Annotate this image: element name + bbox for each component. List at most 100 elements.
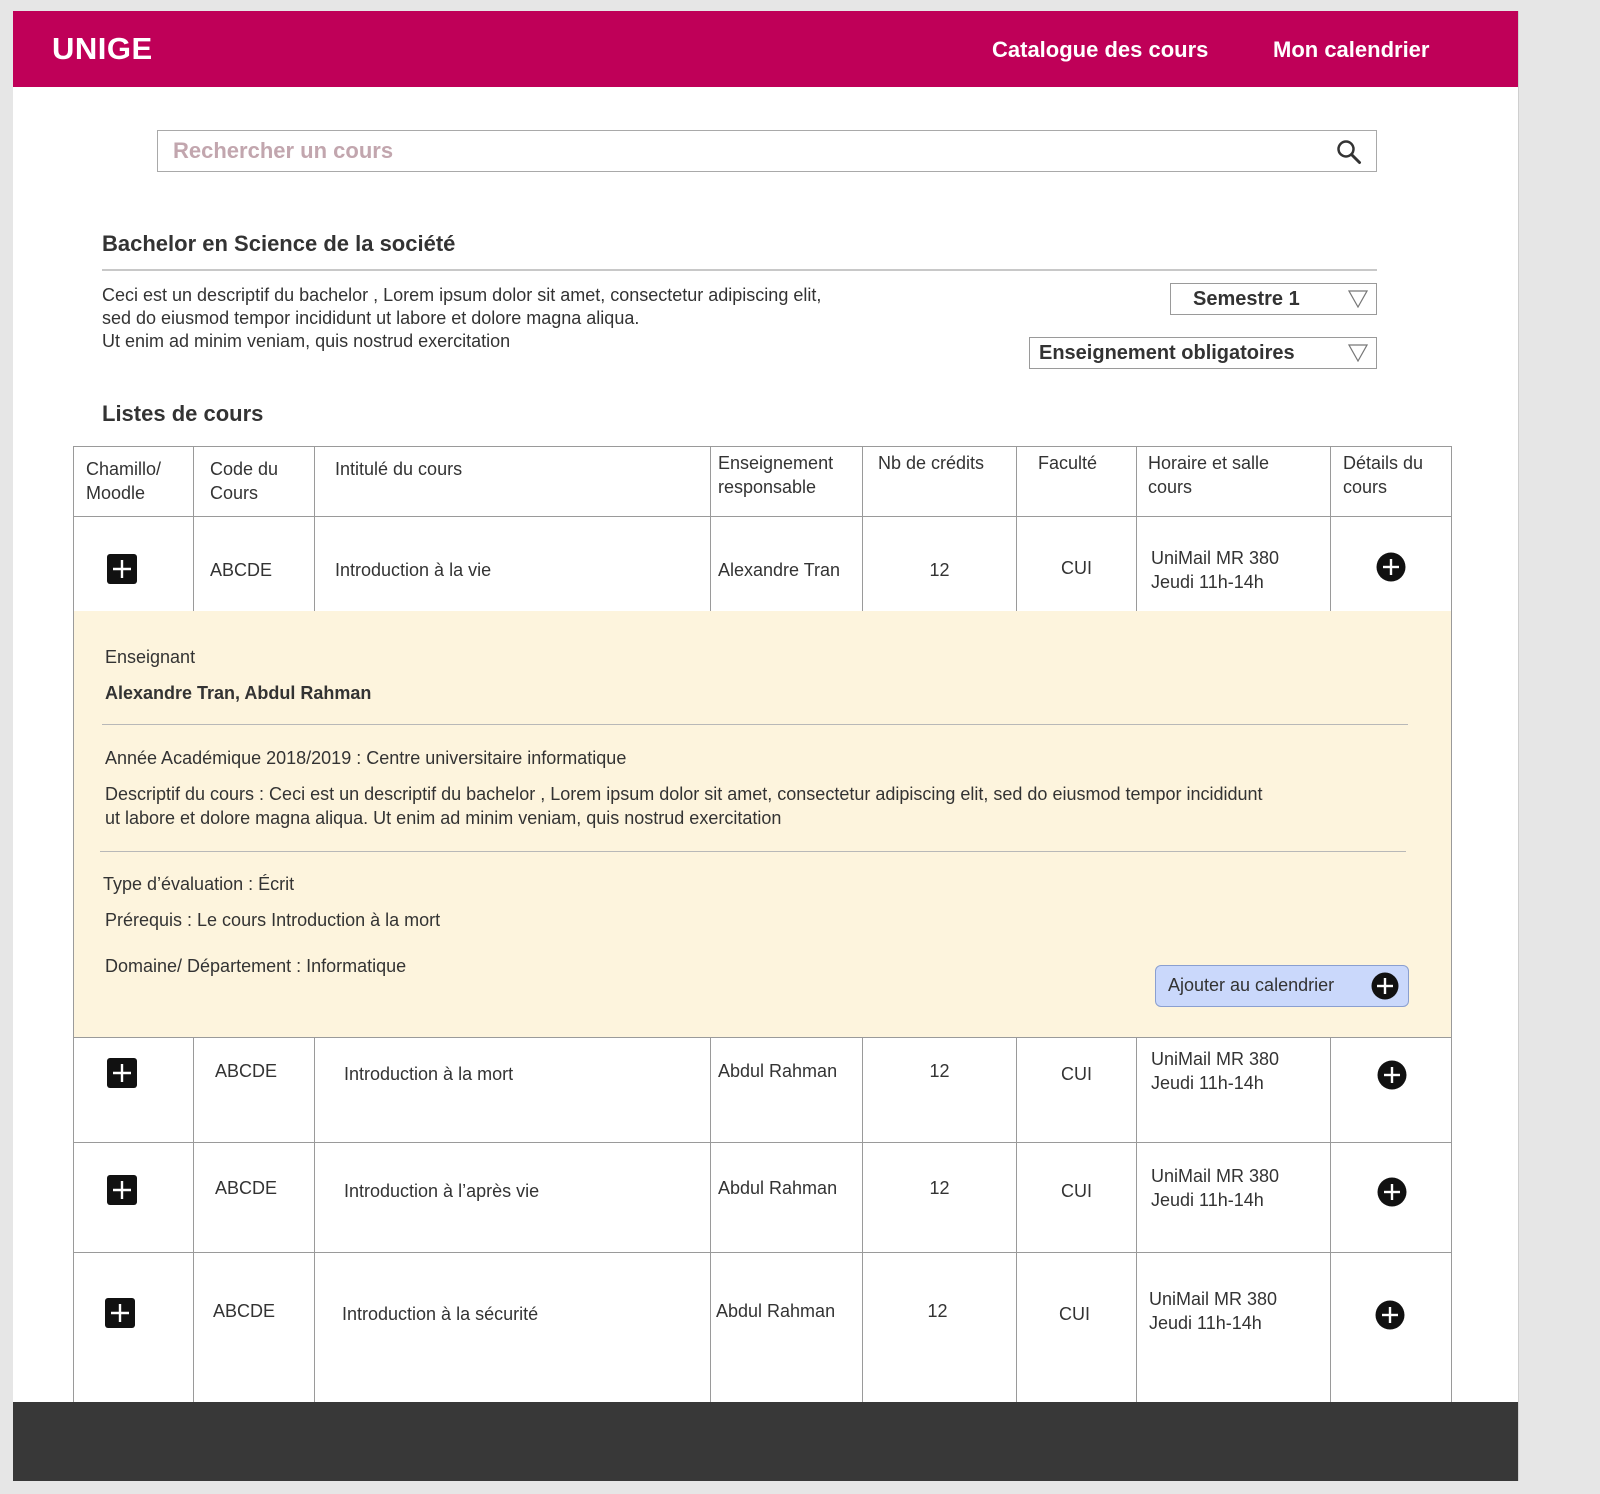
column-header-responsible: Enseignement responsable bbox=[718, 451, 833, 499]
course-code: ABCDE bbox=[215, 1178, 278, 1198]
nav-catalogue-des-cours[interactable]: Catalogue des cours bbox=[992, 37, 1208, 63]
column-header-code: Code du Cours bbox=[210, 457, 278, 505]
plus-square-icon[interactable] bbox=[105, 1298, 135, 1328]
course-time: Jeudi 11h-14h bbox=[1151, 1073, 1264, 1093]
program-description-line: sed do eiusmod tempor incididunt ut labo… bbox=[102, 308, 640, 328]
evaluation-type: Type d’évaluation : Écrit bbox=[103, 874, 295, 894]
column-header-details: Détails du cours bbox=[1343, 451, 1423, 499]
column-header-line: Enseignement bbox=[718, 453, 834, 473]
teacher-names: Alexandre Tran, Abdul Rahman bbox=[105, 683, 372, 703]
course-code: ABCDE bbox=[213, 1301, 276, 1321]
course-description-line: Descriptif du cours : Ceci est un descri… bbox=[105, 784, 1263, 804]
table-border bbox=[710, 446, 711, 611]
search-icon[interactable] bbox=[1336, 139, 1362, 165]
footer bbox=[13, 1402, 1518, 1481]
column-header-faculty: Faculté bbox=[1038, 451, 1097, 475]
course-time: Jeudi 11h-14h bbox=[1151, 572, 1264, 592]
plus-circle-icon bbox=[1371, 972, 1399, 1000]
divider bbox=[102, 724, 1408, 725]
semester-select[interactable]: Semestre 1 bbox=[1170, 283, 1377, 315]
column-header-line: Code du bbox=[210, 459, 279, 479]
course-time: Jeudi 11h-14h bbox=[1149, 1313, 1262, 1333]
academic-year: Année Académique 2018/2019 : Centre univ… bbox=[105, 748, 627, 768]
course-code: ABCDE bbox=[215, 1061, 278, 1081]
course-description-line: ut labore et dolore magna aliqua. Ut eni… bbox=[105, 808, 782, 828]
page: UNIGE Catalogue des cours Mon calendrier… bbox=[13, 11, 1519, 1481]
table-border bbox=[73, 1037, 1452, 1038]
course-time: Jeudi 11h-14h bbox=[1151, 1190, 1264, 1210]
table-border bbox=[1136, 1037, 1137, 1406]
course-responsible: Alexandre Tran bbox=[718, 560, 841, 580]
column-header-title: Intitulé du cours bbox=[335, 457, 462, 481]
teacher-label: Enseignant bbox=[105, 647, 196, 667]
column-header-credits: Nb de crédits bbox=[878, 451, 984, 475]
plus-square-icon[interactable] bbox=[107, 554, 137, 584]
plus-circle-icon[interactable] bbox=[1377, 1177, 1407, 1207]
prerequisites: Prérequis : Le cours Introduction à la m… bbox=[105, 910, 441, 930]
table-border bbox=[73, 1252, 1452, 1253]
course-room: UniMail MR 380 bbox=[1149, 1289, 1278, 1309]
course-schedule: UniMail MR 380 Jeudi 11h-14h bbox=[1151, 546, 1279, 594]
semester-select-value: Semestre 1 bbox=[1193, 288, 1300, 310]
column-header-line: Moodle bbox=[86, 483, 146, 503]
plus-circle-icon[interactable] bbox=[1377, 1060, 1407, 1090]
plus-circle-icon[interactable] bbox=[1375, 1300, 1405, 1330]
table-border bbox=[1016, 1037, 1017, 1406]
search-box bbox=[157, 130, 1377, 172]
table-border bbox=[1330, 446, 1331, 611]
column-header-line: Détails du bbox=[1343, 453, 1424, 473]
plus-square-icon[interactable] bbox=[107, 1058, 137, 1088]
course-title: Introduction à la sécurité bbox=[342, 1304, 539, 1324]
column-header-line: Horaire et salle bbox=[1148, 453, 1270, 473]
table-border bbox=[193, 446, 194, 611]
nav-mon-calendrier[interactable]: Mon calendrier bbox=[1273, 37, 1429, 63]
course-title: Introduction à l’après vie bbox=[344, 1181, 540, 1201]
add-to-calendar-button[interactable]: Ajouter au calendrier bbox=[1155, 965, 1409, 1007]
course-code: ABCDE bbox=[210, 560, 273, 580]
course-faculty: CUI bbox=[1061, 1181, 1092, 1201]
course-room: UniMail MR 380 bbox=[1151, 548, 1280, 568]
divider bbox=[102, 269, 1377, 271]
top-bar: UNIGE Catalogue des cours Mon calendrier bbox=[13, 11, 1518, 87]
table-border bbox=[1136, 446, 1137, 611]
course-room: UniMail MR 380 bbox=[1151, 1049, 1280, 1069]
department: Domaine/ Département : Informatique bbox=[105, 956, 407, 976]
teaching-type-select[interactable]: Enseignement obligatoires bbox=[1029, 337, 1377, 369]
plus-square-icon[interactable] bbox=[107, 1175, 137, 1205]
course-description: Descriptif du cours : Ceci est un descri… bbox=[105, 782, 1263, 830]
table-border bbox=[314, 1037, 315, 1406]
column-header-line: Intitulé du cours bbox=[335, 459, 463, 479]
course-responsible: Abdul Rahman bbox=[718, 1178, 838, 1198]
table-border bbox=[862, 446, 863, 611]
course-responsible: Abdul Rahman bbox=[716, 1301, 836, 1321]
add-to-calendar-label: Ajouter au calendrier bbox=[1168, 975, 1335, 995]
column-header-moodle: Chamillo/ Moodle bbox=[86, 457, 161, 505]
course-credits: 12 bbox=[927, 1301, 948, 1321]
column-header-line: Chamillo/ bbox=[86, 459, 162, 479]
logo[interactable]: UNIGE bbox=[52, 31, 153, 67]
course-room: UniMail MR 380 bbox=[1151, 1166, 1280, 1186]
course-title: Introduction à la mort bbox=[344, 1064, 514, 1084]
column-header-line: cours bbox=[1343, 477, 1388, 497]
column-header-line: Faculté bbox=[1038, 453, 1098, 473]
table-border bbox=[73, 446, 1452, 447]
program-title: Bachelor en Science de la société bbox=[102, 231, 456, 256]
course-list-title: Listes de cours bbox=[102, 401, 264, 426]
course-table: Chamillo/ Moodle Code du Cours Intitulé … bbox=[73, 446, 1465, 1406]
course-faculty: CUI bbox=[1061, 558, 1092, 578]
table-border bbox=[1330, 1037, 1331, 1406]
course-details-panel: Enseignant Alexandre Tran, Abdul Rahman … bbox=[74, 611, 1451, 1037]
course-faculty: CUI bbox=[1061, 1064, 1092, 1084]
table-border bbox=[710, 1037, 711, 1406]
table-border bbox=[1016, 446, 1017, 611]
teaching-type-select-value: Enseignement obligatoires bbox=[1039, 342, 1295, 364]
course-schedule: UniMail MR 380 Jeudi 11h-14h bbox=[1151, 1047, 1279, 1095]
program-description-line: Ut enim ad minim veniam, quis nostrud ex… bbox=[102, 331, 511, 351]
course-schedule: UniMail MR 380 Jeudi 11h-14h bbox=[1151, 1164, 1279, 1212]
course-responsible: Abdul Rahman bbox=[718, 1061, 838, 1081]
search-input[interactable] bbox=[158, 131, 1318, 171]
plus-circle-icon[interactable] bbox=[1376, 552, 1406, 582]
column-header-schedule: Horaire et salle cours bbox=[1148, 451, 1269, 499]
table-border bbox=[193, 1037, 194, 1406]
column-header-line: cours bbox=[1148, 477, 1193, 497]
